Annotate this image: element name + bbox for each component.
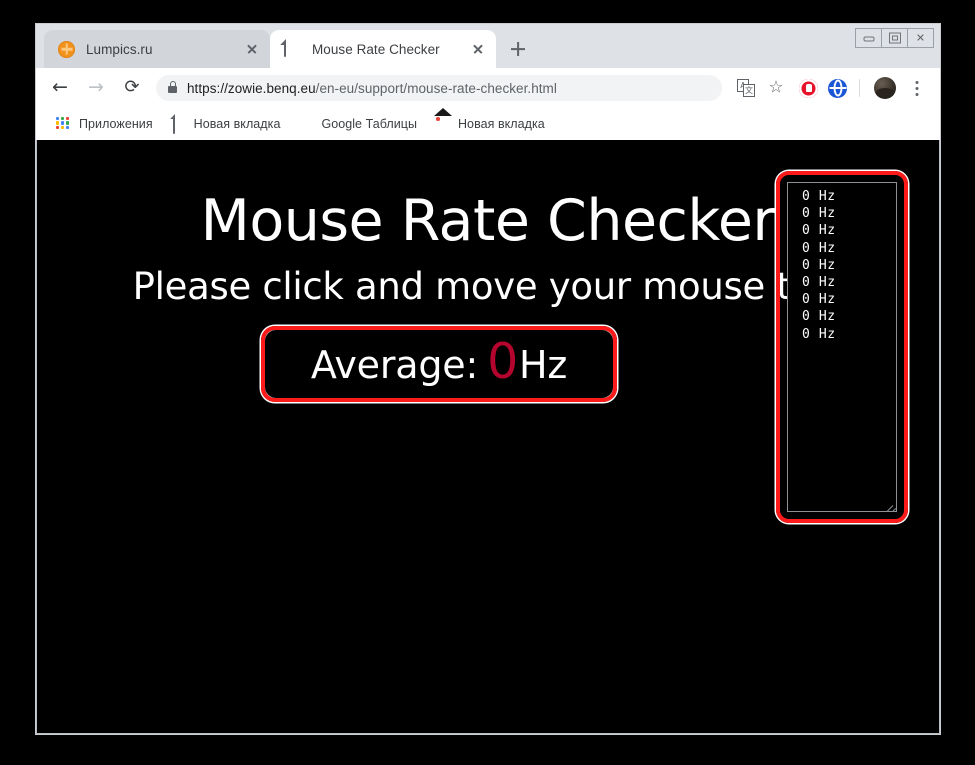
close-icon: ✕: [915, 31, 926, 45]
bookmark-new-tab-2[interactable]: Новая вкладка: [427, 112, 553, 136]
tab-title: Lumpics.ru: [86, 41, 153, 57]
tab-lumpics[interactable]: Lumpics.ru: [44, 30, 270, 68]
back-button[interactable]: ←: [45, 73, 75, 103]
average-label: Average:: [310, 342, 479, 387]
bookmark-new-tab-1[interactable]: Новая вкладка: [163, 112, 289, 136]
textarea-resize-grip[interactable]: [882, 497, 893, 508]
bookmark-label: Приложения: [79, 116, 153, 131]
translate-icon-b: 文: [743, 84, 755, 97]
rate-line: 0 Hz: [802, 326, 836, 342]
lock-icon: [168, 85, 177, 93]
tab-close-icon[interactable]: [468, 39, 488, 59]
bookmark-label: Новая вкладка: [457, 116, 545, 131]
bookmark-label: Google Таблицы: [321, 116, 417, 131]
forward-button[interactable]: →: [81, 73, 111, 103]
arrow-right-icon: →: [88, 76, 104, 99]
chrome-menu-icon[interactable]: [904, 75, 930, 101]
bookmark-apps[interactable]: Приложения: [48, 112, 161, 136]
average-highlight-annotation: Average: 0 Hz: [261, 326, 617, 402]
google-sheets-icon: [298, 116, 314, 132]
document-icon: [171, 114, 187, 134]
rate-line: 0 Hz: [802, 206, 836, 222]
url-text: https://zowie.benq.eu/en-eu/support/mous…: [187, 81, 557, 96]
rate-log-textarea[interactable]: 0 Hz 0 Hz 0 Hz 0 Hz 0 Hz 0 Hz 0 Hz 0 Hz …: [787, 182, 897, 512]
rate-line: 0 Hz: [802, 223, 836, 239]
tab-strip: Lumpics.ru Mouse Rate Checker ✕: [36, 24, 940, 68]
arrow-left-icon: ←: [52, 76, 68, 99]
tab-mouse-rate-checker[interactable]: Mouse Rate Checker: [270, 30, 496, 68]
reload-icon: ⟳: [124, 76, 140, 98]
page-content: Mouse Rate Checker Please click and move…: [36, 140, 940, 734]
browser-window: Lumpics.ru Mouse Rate Checker ✕ ← → ⟳ ht…: [36, 24, 940, 734]
rate-line: 0 Hz: [802, 309, 836, 325]
average-box: Average: 0 Hz: [265, 330, 613, 398]
average-unit: Hz: [519, 342, 568, 387]
rate-line: 0 Hz: [802, 240, 836, 256]
minimize-button[interactable]: [855, 28, 882, 48]
close-button[interactable]: ✕: [907, 28, 934, 48]
document-favicon-icon: [284, 39, 301, 58]
maximize-button[interactable]: [881, 28, 908, 48]
average-text: Average: 0 Hz: [310, 332, 568, 390]
star-glyph: ☆: [768, 77, 784, 98]
avatar[interactable]: [874, 77, 896, 99]
rate-line: 0 Hz: [802, 292, 836, 308]
image-icon: [435, 116, 451, 132]
bookmarks-bar: Приложения Новая вкладка Google Таблицы …: [36, 108, 940, 140]
tab-title: Mouse Rate Checker: [312, 41, 440, 57]
new-tab-button[interactable]: [504, 35, 532, 63]
translate-icon[interactable]: A 文: [732, 74, 760, 102]
globe-extension-icon[interactable]: [828, 78, 847, 98]
rate-log-highlight-annotation: 0 Hz 0 Hz 0 Hz 0 Hz 0 Hz 0 Hz 0 Hz 0 Hz …: [776, 171, 908, 523]
lumpics-favicon-icon: [58, 40, 75, 58]
bookmark-google-sheets[interactable]: Google Таблицы: [290, 112, 425, 136]
url-host: https://zowie.benq.eu: [187, 80, 316, 96]
adblock-extension-icon[interactable]: [799, 78, 818, 98]
rate-line: 0 Hz: [802, 189, 836, 204]
apps-grid-icon: [56, 116, 72, 132]
average-value: 0: [487, 332, 519, 390]
reload-button[interactable]: ⟳: [117, 73, 147, 103]
tab-close-icon[interactable]: [242, 39, 262, 59]
bookmark-label: Новая вкладка: [193, 116, 281, 131]
rate-line: 0 Hz: [802, 257, 836, 273]
address-bar[interactable]: https://zowie.benq.eu/en-eu/support/mous…: [156, 75, 722, 101]
url-path: /en-eu/support/mouse-rate-checker.html: [315, 80, 557, 96]
window-controls: ✕: [855, 28, 934, 48]
rate-line: 0 Hz: [802, 275, 836, 291]
browser-toolbar: ← → ⟳ https://zowie.benq.eu/en-eu/suppor…: [36, 68, 940, 108]
bookmark-star-icon[interactable]: ☆: [762, 74, 790, 102]
toolbar-divider: [859, 79, 860, 97]
